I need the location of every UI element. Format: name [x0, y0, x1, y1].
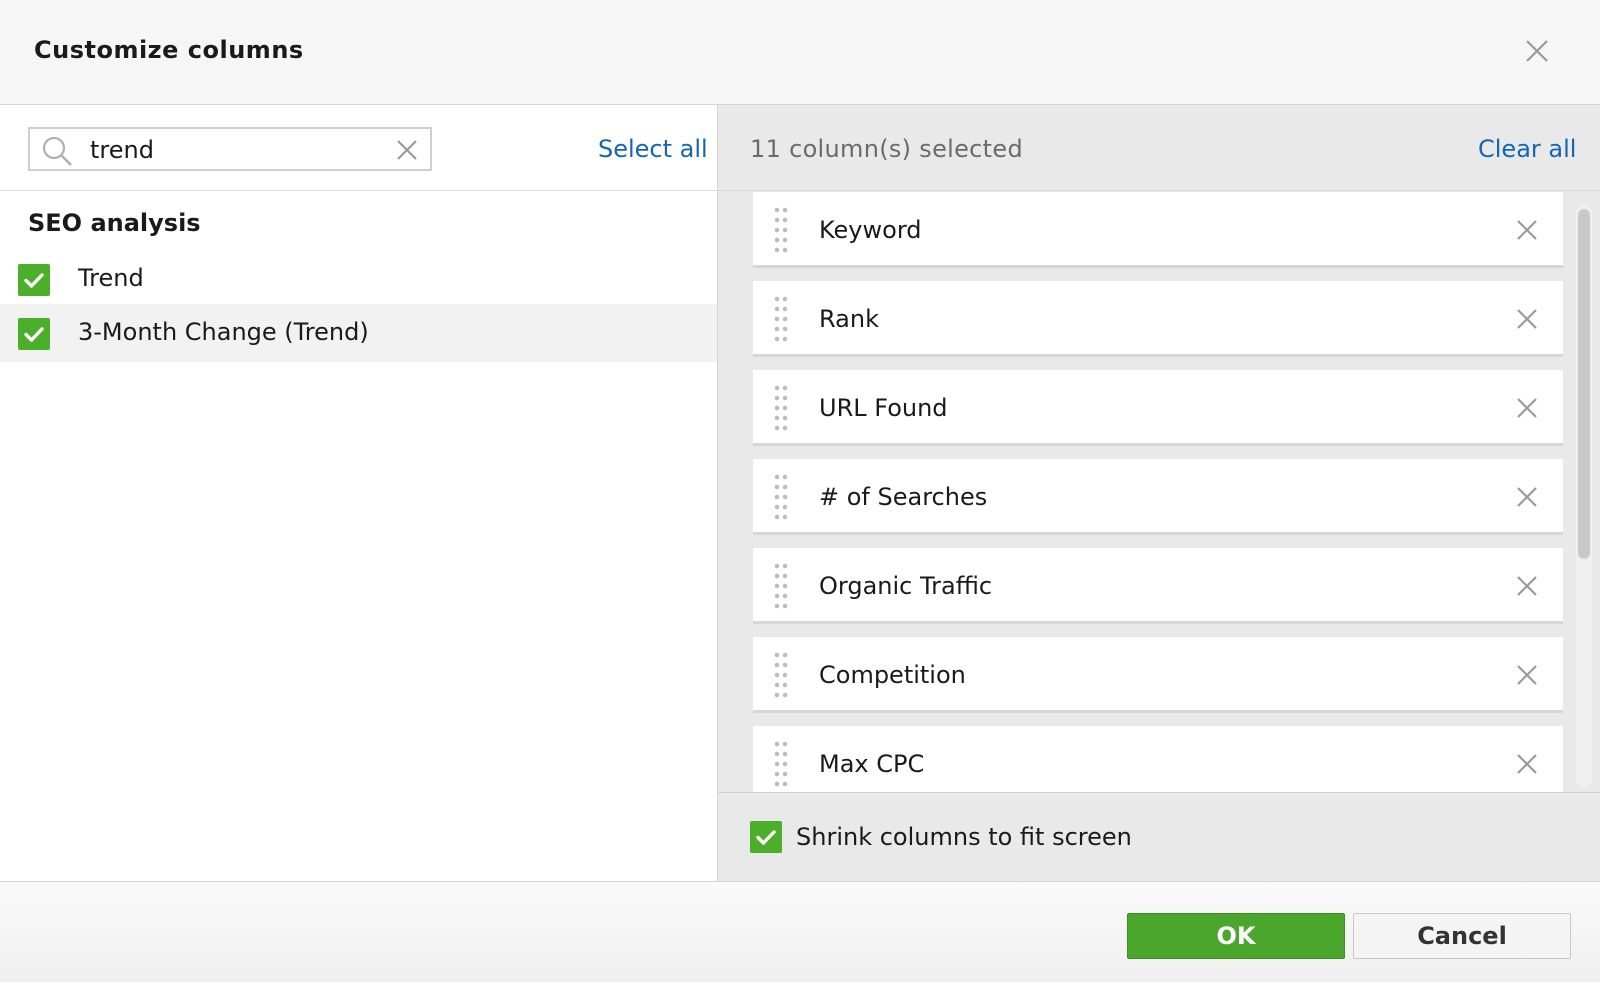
selected-column-item[interactable]: Keyword — [753, 192, 1563, 268]
left-toolbar: Select all — [0, 105, 717, 191]
selected-columns-panel: 11 column(s) selected Clear all Keyword … — [718, 105, 1600, 881]
option-label: Trend — [78, 264, 144, 292]
option-row-3-month-change[interactable]: 3-Month Change (Trend) — [0, 304, 717, 362]
search-icon — [40, 134, 74, 168]
search-input[interactable] — [90, 133, 380, 167]
selected-column-item[interactable]: URL Found — [753, 370, 1563, 446]
group-title: SEO analysis — [28, 209, 201, 237]
cancel-button[interactable]: Cancel — [1353, 913, 1571, 959]
remove-column-icon[interactable] — [1515, 396, 1539, 420]
select-all-link[interactable]: Select all — [598, 135, 708, 163]
right-footer: Shrink columns to fit screen — [718, 792, 1600, 881]
drag-handle-icon[interactable] — [773, 651, 789, 699]
column-label: Rank — [819, 305, 879, 333]
clear-all-link[interactable]: Clear all — [1478, 135, 1576, 163]
right-toolbar: 11 column(s) selected Clear all — [718, 105, 1600, 191]
remove-column-icon[interactable] — [1515, 574, 1539, 598]
customize-columns-dialog: Customize columns Select all SEO analysi… — [0, 0, 1600, 982]
column-label: Keyword — [819, 216, 922, 244]
remove-column-icon[interactable] — [1515, 663, 1539, 687]
selected-column-item[interactable]: Competition — [753, 637, 1563, 713]
selected-column-item[interactable]: # of Searches — [753, 459, 1563, 535]
drag-handle-icon[interactable] — [773, 562, 789, 610]
checkbox-checked-icon[interactable] — [18, 318, 50, 350]
remove-column-icon[interactable] — [1515, 752, 1539, 776]
dialog-header: Customize columns — [0, 0, 1600, 105]
drag-handle-icon[interactable] — [773, 295, 789, 343]
scrollbar-thumb[interactable] — [1578, 209, 1590, 559]
shrink-checkbox-checked-icon[interactable] — [750, 821, 782, 853]
column-label: # of Searches — [819, 483, 988, 511]
ok-button[interactable]: OK — [1127, 913, 1345, 959]
search-box — [28, 127, 432, 171]
column-label: URL Found — [819, 394, 948, 422]
scrollbar[interactable] — [1576, 205, 1592, 787]
selected-column-item[interactable]: Organic Traffic — [753, 548, 1563, 624]
clear-search-icon[interactable] — [394, 137, 420, 163]
selected-columns-list: Keyword Rank URL Found # of Searches Org — [718, 192, 1600, 792]
drag-handle-icon[interactable] — [773, 206, 789, 254]
column-label: Max CPC — [819, 750, 925, 778]
close-icon[interactable] — [1520, 34, 1554, 68]
option-row-trend[interactable]: Trend — [0, 250, 717, 308]
available-columns-panel: Select all SEO analysis Trend 3-Month Ch… — [0, 105, 718, 881]
dialog-footer: OK Cancel — [0, 881, 1600, 982]
remove-column-icon[interactable] — [1515, 218, 1539, 242]
remove-column-icon[interactable] — [1515, 485, 1539, 509]
dialog-title: Customize columns — [34, 36, 304, 64]
selected-column-item[interactable]: Rank — [753, 281, 1563, 357]
shrink-columns-label[interactable]: Shrink columns to fit screen — [796, 823, 1132, 851]
column-label: Competition — [819, 661, 966, 689]
selected-count: 11 column(s) selected — [750, 135, 1023, 163]
drag-handle-icon[interactable] — [773, 740, 789, 788]
selected-column-item[interactable]: Max CPC — [753, 726, 1563, 792]
column-label: Organic Traffic — [819, 572, 993, 600]
drag-handle-icon[interactable] — [773, 473, 789, 521]
drag-handle-icon[interactable] — [773, 384, 789, 432]
checkbox-checked-icon[interactable] — [18, 264, 50, 296]
remove-column-icon[interactable] — [1515, 307, 1539, 331]
option-label: 3-Month Change (Trend) — [78, 318, 369, 346]
